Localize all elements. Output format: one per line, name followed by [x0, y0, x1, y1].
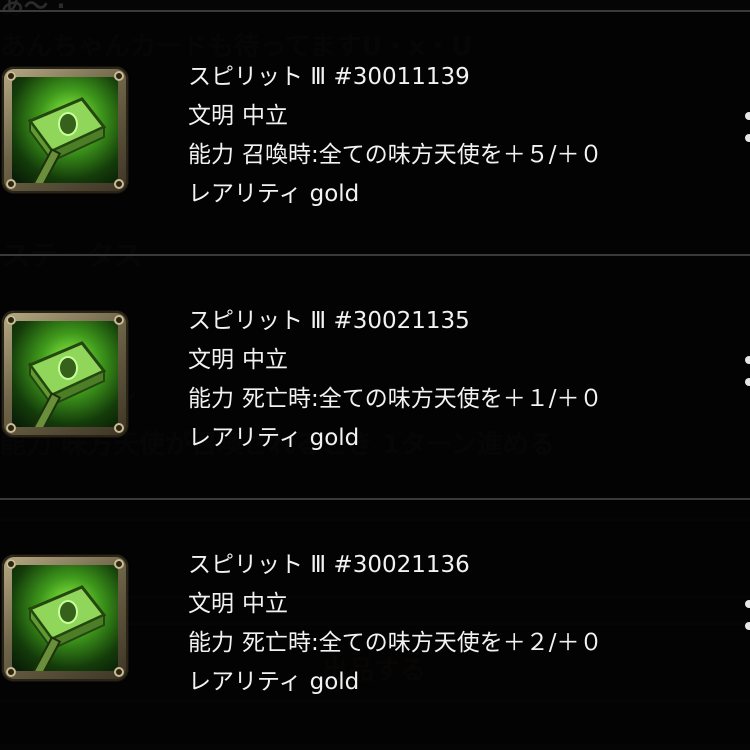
card-rarity: レアリティ gold	[188, 663, 603, 702]
ability-label: 能力	[188, 386, 234, 412]
rarity-label: レアリティ	[188, 425, 302, 451]
frame-rivet	[6, 559, 16, 569]
frame-rivet	[6, 667, 16, 677]
card-name: スピリット Ⅲ #30011139	[188, 64, 470, 90]
civilization-value: 中立	[242, 347, 288, 373]
card-civilization: 文明 中立	[188, 97, 603, 136]
rarity-value: gold	[309, 669, 360, 695]
ability-value: 召喚時:全ての味方天使を＋５/＋０	[242, 142, 603, 168]
card-ability: 能力 死亡時:全ての味方天使を＋１/＋０	[188, 380, 603, 419]
card-popup[interactable]: スピリット Ⅲ #30021135 文明 中立 能力 死亡時:全ての味方天使を＋１/…	[0, 254, 750, 500]
card-ability: 能力 召喚時:全ての味方天使を＋５/＋０	[188, 136, 603, 175]
card-name: スピリット Ⅲ #30021135	[188, 308, 470, 334]
scroll-dot	[745, 134, 750, 142]
scroll-dot	[745, 600, 750, 608]
card-popup[interactable]: スピリット Ⅲ #30011139 文明 中立 能力 召喚時:全ての味方天使を＋５/…	[0, 10, 750, 256]
ability-label: 能力	[188, 142, 234, 168]
frame-rivet	[6, 315, 16, 325]
frame-rivet	[114, 667, 124, 677]
frame-rivet	[114, 559, 124, 569]
frame-rivet	[114, 315, 124, 325]
card-list-screen: あ〜 · あんちゃんカードも待ってますU・x・U ステータス ル 能力 味方天使…	[0, 0, 750, 750]
card-info: スピリット Ⅲ #30011139 文明 中立 能力 召喚時:全ての味方天使を＋５/…	[188, 58, 603, 214]
scroll-dot	[745, 112, 750, 120]
scroll-dot	[745, 356, 750, 364]
civilization-label: 文明	[188, 591, 234, 617]
card-thumbnail	[2, 311, 128, 437]
civilization-label: 文明	[188, 347, 234, 373]
scroll-dot	[745, 622, 750, 630]
scroll-dot	[745, 378, 750, 386]
ability-value: 死亡時:全ての味方天使を＋２/＋０	[242, 630, 603, 656]
card-ability: 能力 死亡時:全ての味方天使を＋２/＋０	[188, 624, 603, 663]
card-info: スピリット Ⅲ #30021136 文明 中立 能力 死亡時:全ての味方天使を＋２/…	[188, 546, 603, 702]
card-civilization: 文明 中立	[188, 341, 603, 380]
rarity-value: gold	[309, 425, 360, 451]
rarity-label: レアリティ	[188, 181, 302, 207]
card-thumbnail	[2, 555, 128, 681]
card-rarity: レアリティ gold	[188, 419, 603, 458]
frame-rivet	[114, 179, 124, 189]
frame-rivet	[6, 423, 16, 433]
rarity-value: gold	[309, 181, 360, 207]
frame-rivet	[6, 179, 16, 189]
civilization-value: 中立	[242, 591, 288, 617]
frame-rivet	[114, 423, 124, 433]
scroll-indicator	[745, 600, 750, 630]
scroll-indicator	[745, 356, 750, 386]
civilization-value: 中立	[242, 103, 288, 129]
green-hammer-icon	[12, 565, 118, 671]
green-hammer-icon	[12, 321, 118, 427]
frame-rivet	[6, 71, 16, 81]
civilization-label: 文明	[188, 103, 234, 129]
card-rarity: レアリティ gold	[188, 175, 603, 214]
rarity-label: レアリティ	[188, 669, 302, 695]
card-popup[interactable]: スピリット Ⅲ #30021136 文明 中立 能力 死亡時:全ての味方天使を＋２/…	[0, 498, 750, 744]
card-info: スピリット Ⅲ #30021135 文明 中立 能力 死亡時:全ての味方天使を＋１/…	[188, 302, 603, 458]
frame-rivet	[114, 71, 124, 81]
card-civilization: 文明 中立	[188, 585, 603, 624]
ability-value: 死亡時:全ての味方天使を＋１/＋０	[242, 386, 603, 412]
card-thumbnail	[2, 67, 128, 193]
scroll-indicator	[745, 112, 750, 142]
green-hammer-icon	[12, 77, 118, 183]
card-name: スピリット Ⅲ #30021136	[188, 552, 470, 578]
ability-label: 能力	[188, 630, 234, 656]
